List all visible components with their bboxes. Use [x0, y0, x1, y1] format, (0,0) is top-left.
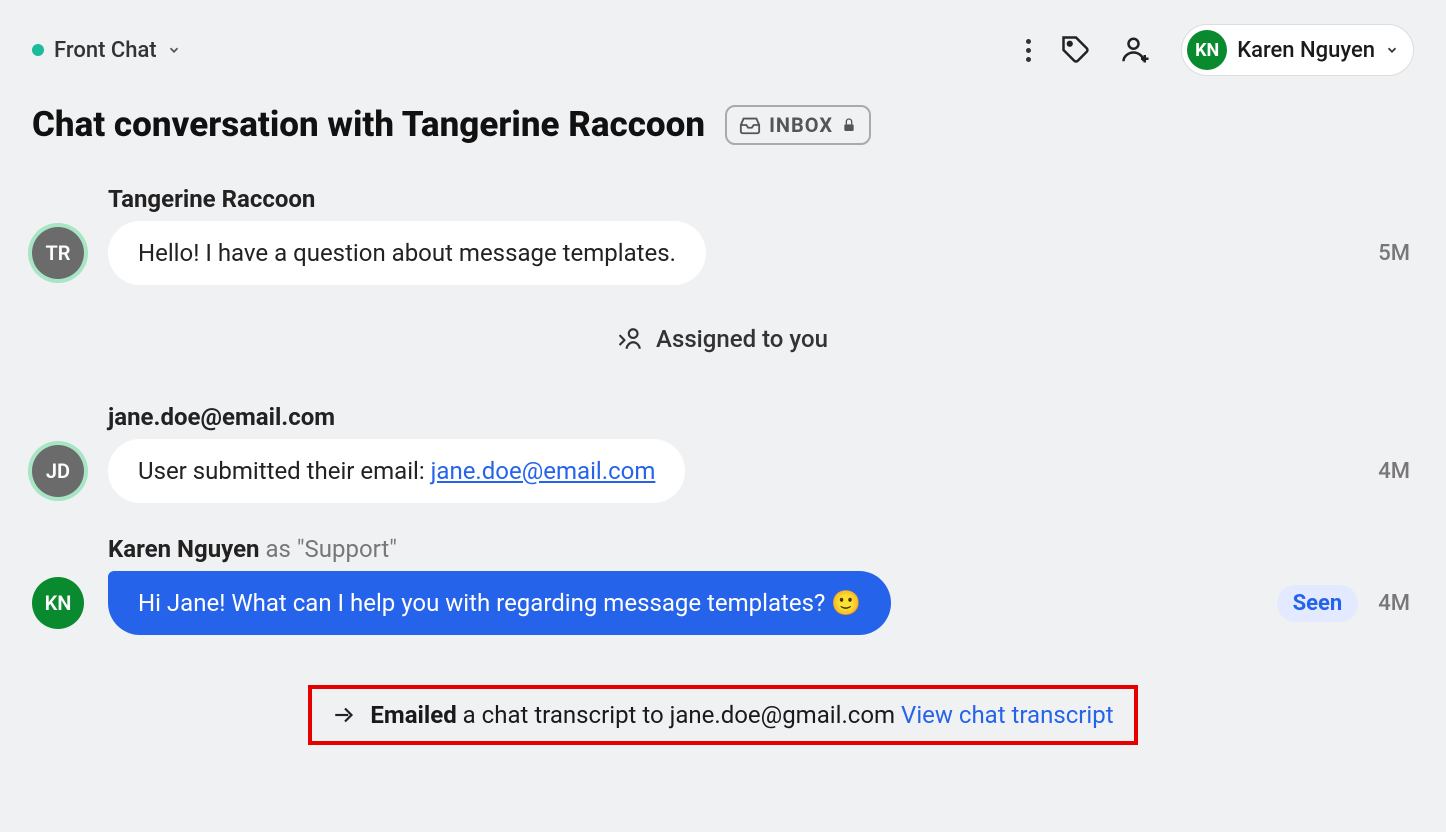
message-bubble[interactable]: Hi Jane! What can I help you with regard… [108, 571, 891, 635]
transcript-row: Emailed a chat transcript to jane.doe@gm… [32, 685, 1414, 745]
message-prefix: User submitted their email: [138, 457, 431, 485]
avatar: KN [1187, 30, 1227, 70]
transcript-body: a chat transcript to jane.doe@gmail.com [457, 701, 901, 729]
transcript-emailed-label: Emailed [370, 701, 456, 729]
message-block: jane.doe@email.com JD User submitted the… [32, 403, 1414, 503]
sender-name: jane.doe@email.com [108, 403, 1414, 431]
avatar: TR [32, 227, 84, 279]
sender-name-text: Karen Nguyen [108, 535, 259, 563]
assigned-text: Assigned to you [656, 325, 828, 353]
inbox-badge[interactable]: INBOX [725, 105, 871, 145]
current-user-menu[interactable]: KN Karen Nguyen [1181, 24, 1414, 76]
message-bubble[interactable]: User submitted their email: jane.doe@ema… [108, 439, 685, 503]
message-block: Karen Nguyen as "Support" KN Hi Jane! Wh… [32, 535, 1414, 635]
view-transcript-link[interactable]: View chat transcript [901, 701, 1114, 729]
title-row: Chat conversation with Tangerine Raccoon… [32, 104, 1414, 145]
sender-name: Karen Nguyen as "Support" [108, 535, 1414, 563]
message-bubble[interactable]: Hello! I have a question about message t… [108, 221, 706, 285]
seen-badge: Seen [1277, 585, 1359, 622]
message-timestamp: 4M [1378, 591, 1414, 616]
message-timestamp: 5M [1378, 241, 1414, 266]
chevron-down-icon [167, 43, 181, 57]
more-vertical-icon [1026, 39, 1031, 62]
inbox-icon [739, 114, 761, 136]
assigned-icon [618, 326, 644, 352]
channel-selector[interactable]: Front Chat [32, 38, 181, 63]
message-timestamp: 4M [1378, 459, 1414, 484]
message-block: Tangerine Raccoon TR Hello! I have a que… [32, 185, 1414, 285]
arrow-right-icon [332, 702, 358, 728]
transcript-highlight-box: Emailed a chat transcript to jane.doe@gm… [308, 685, 1137, 745]
chevron-down-icon [1385, 43, 1399, 57]
current-user-name: Karen Nguyen [1237, 38, 1375, 63]
top-actions: KN Karen Nguyen [1026, 24, 1414, 76]
inbox-badge-label: INBOX [769, 113, 833, 137]
user-add-icon [1121, 35, 1151, 65]
conversation-title: Chat conversation with Tangerine Raccoon [32, 104, 705, 145]
sender-role: as "Support" [259, 535, 396, 563]
sender-name: Tangerine Raccoon [108, 185, 1414, 213]
assigned-indicator: Assigned to you [32, 325, 1414, 353]
avatar: KN [32, 577, 84, 629]
tag-button[interactable] [1061, 35, 1091, 65]
channel-name: Front Chat [54, 38, 157, 63]
more-options-button[interactable] [1026, 39, 1031, 62]
email-link[interactable]: jane.doe@email.com [431, 457, 656, 485]
avatar: JD [32, 445, 84, 497]
tag-icon [1061, 35, 1091, 65]
status-dot-icon [32, 44, 44, 56]
lock-icon [841, 117, 857, 133]
topbar: Front Chat [32, 24, 1414, 76]
add-user-button[interactable] [1121, 35, 1151, 65]
